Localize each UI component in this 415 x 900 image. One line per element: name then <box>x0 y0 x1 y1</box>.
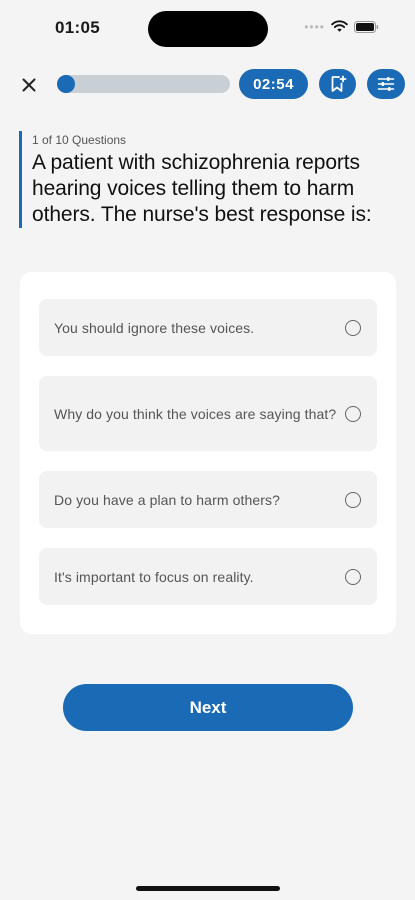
cellular-dots-icon: •••• <box>304 19 325 34</box>
bookmark-add-icon <box>331 75 346 92</box>
answer-option[interactable]: It's important to focus on reality. <box>39 548 377 605</box>
next-button-label: Next <box>189 697 227 717</box>
answer-option-label: It's important to focus on reality. <box>54 568 254 585</box>
radio-button[interactable] <box>345 319 361 336</box>
answers-card: You should ignore these voices. Why do y… <box>20 272 396 634</box>
bookmark-button[interactable] <box>319 69 356 99</box>
answer-option-label: You should ignore these voices. <box>54 319 255 336</box>
progress-fill <box>57 75 75 93</box>
status-icons: •••• <box>304 20 379 33</box>
answer-option[interactable]: Why do you think the voices are saying t… <box>39 376 377 451</box>
settings-button[interactable] <box>367 69 405 99</box>
radio-button[interactable] <box>345 568 361 585</box>
radio-button[interactable] <box>345 491 361 508</box>
close-icon <box>22 78 36 92</box>
battery-icon <box>354 20 379 33</box>
status-bar: 01:05 •••• <box>0 0 415 58</box>
answer-option-label: Why do you think the voices are saying t… <box>54 405 337 422</box>
close-button[interactable] <box>16 72 42 98</box>
answer-option[interactable]: You should ignore these voices. <box>39 299 377 356</box>
wifi-icon <box>331 20 348 32</box>
question-counter: 1 of 10 Questions <box>32 133 127 147</box>
timer-text: 02:54 <box>253 75 294 93</box>
status-time: 01:05 <box>55 18 100 37</box>
timer-badge[interactable]: 02:54 <box>239 69 308 99</box>
sliders-icon <box>377 77 395 91</box>
radio-button[interactable] <box>345 405 361 422</box>
question-block: 1 of 10 Questions A patient with schizop… <box>19 131 412 228</box>
home-indicator <box>136 886 280 891</box>
dynamic-island <box>148 11 268 47</box>
next-button[interactable]: Next <box>63 684 353 731</box>
progress-bar <box>57 75 230 93</box>
answer-option[interactable]: Do you have a plan to harm others? <box>39 471 377 528</box>
question-text: A patient with schizophrenia reports hea… <box>32 151 372 226</box>
answer-option-label: Do you have a plan to harm others? <box>54 491 280 508</box>
